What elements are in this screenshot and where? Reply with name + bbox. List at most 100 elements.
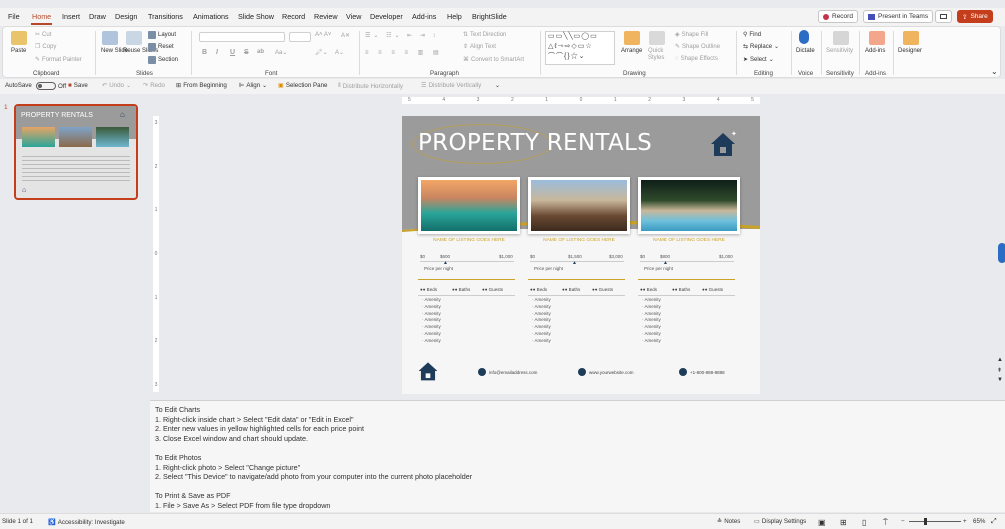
add-ins-button[interactable]: Add-ins	[865, 48, 885, 54]
replace-button[interactable]: ⇆ Replace ⌄	[743, 43, 779, 51]
customize-toolbar-icon[interactable]: ⌄	[495, 82, 500, 89]
tab-slide-show[interactable]: Slide Show	[238, 12, 274, 21]
zoom-slider[interactable]	[909, 521, 961, 522]
add-ins-icon[interactable]	[869, 31, 885, 45]
strikethrough-button[interactable]: S	[244, 49, 249, 56]
reading-view-icon[interactable]: ▯	[862, 518, 866, 527]
tab-help[interactable]: Help	[447, 12, 462, 21]
tab-record[interactable]: Record	[282, 12, 305, 21]
quick-styles-icon[interactable]	[649, 31, 665, 45]
slide[interactable]: PROPERTY RENTALS ✦ NAME OF LISTING GOES …	[402, 116, 760, 394]
sensitivity-icon[interactable]	[833, 31, 849, 45]
comments-button[interactable]	[935, 10, 952, 23]
listing-photo-1[interactable]	[418, 177, 520, 234]
text-direction-button[interactable]: ⇅ Text Direction	[463, 31, 506, 39]
slide-thumbnail[interactable]: PROPERTY RENTALS ⌂ ⌂	[14, 104, 138, 200]
paste-icon[interactable]	[11, 31, 27, 45]
cut-button[interactable]: ✂ Cut	[35, 31, 51, 39]
listing-name-1[interactable]: NAME OF LISTING GOES HERE	[419, 238, 519, 243]
zoom-out-button[interactable]: −	[901, 518, 905, 525]
selection-pane-button[interactable]: ▣ Selection Pane	[278, 82, 327, 89]
layout-button[interactable]: Layout	[148, 31, 176, 39]
tab-add-ins[interactable]: Add-ins	[412, 12, 436, 21]
tab-animations[interactable]: Animations	[193, 12, 229, 21]
copy-button[interactable]: ❐ Copy	[35, 43, 56, 51]
contact-phone[interactable]: +1-800-888-8888	[679, 368, 725, 376]
italic-button[interactable]: I	[216, 49, 218, 56]
microphone-icon[interactable]	[799, 30, 809, 44]
zoom-slider-thumb[interactable]	[924, 518, 927, 525]
font-size-grow-button[interactable]: A˄ A˅	[315, 32, 331, 38]
tab-developer[interactable]: Developer	[370, 12, 403, 21]
zoom-in-button[interactable]: +	[963, 518, 967, 525]
arrange-icon[interactable]	[624, 31, 640, 45]
accessibility-button[interactable]: ♿ Accessibility: Investigate	[48, 518, 125, 527]
listing-photo-2[interactable]	[528, 177, 630, 234]
autosave-toggle[interactable]: Off	[36, 82, 66, 90]
character-spacing-button[interactable]: ab	[257, 49, 264, 55]
arrange-button[interactable]: Arrange	[621, 48, 642, 54]
scroll-thumb[interactable]	[998, 243, 1005, 263]
select-button[interactable]: ➤ Select ⌄	[743, 56, 774, 64]
dictate-button[interactable]: Dictate	[796, 48, 815, 54]
share-button[interactable]: ⇪ Share	[957, 10, 993, 23]
tab-file[interactable]: File	[8, 12, 20, 21]
tab-draw[interactable]: Draw	[89, 12, 106, 21]
undo-button[interactable]: ↶ Undo ⌄	[102, 82, 131, 89]
bullets-button[interactable]: ☰⌄ ☷⌄ ⇤ ⇥ ↕	[365, 32, 439, 39]
designer-icon[interactable]	[903, 31, 919, 45]
shape-effects-button[interactable]: ◌ Shape Effects	[675, 56, 718, 62]
zoom-level[interactable]: 65%	[973, 518, 985, 525]
alignment-buttons[interactable]: ≡ ≡ ≡ ≡ ▥ ▤	[365, 49, 443, 56]
notes-button[interactable]: ≜ Notes	[717, 518, 740, 525]
paste-button[interactable]: Paste	[11, 48, 26, 54]
save-button[interactable]: ■ Save	[68, 82, 88, 89]
tab-transitions[interactable]: Transitions	[148, 12, 183, 21]
slide-title[interactable]: PROPERTY RENTALS	[418, 130, 652, 156]
align-button[interactable]: ⊫ Align ⌄	[239, 82, 267, 89]
display-settings-button[interactable]: ▭ Display Settings	[754, 518, 806, 525]
scroll-up-icon[interactable]: ▲	[997, 357, 1003, 363]
font-color-button[interactable]: A⌄	[335, 49, 344, 56]
shapes-gallery[interactable]: ▭▭╲╲▭◯▭ △ℓ⇾⇨◇▭☆ ⌒⌒{}☆⌄	[545, 31, 615, 65]
record-button[interactable]: Record	[818, 10, 858, 23]
distribute-vertically-button[interactable]: ☰ Distribute Vertically	[421, 82, 481, 89]
contact-email[interactable]: info@emailaddress.com	[478, 368, 537, 376]
reuse-slides-icon[interactable]	[126, 31, 142, 45]
highlight-button[interactable]: 🖍⌄	[315, 49, 328, 56]
font-size-dropdown[interactable]	[289, 32, 311, 42]
listing-name-3[interactable]: NAME OF LISTING GOES HERE	[639, 238, 739, 243]
contact-website[interactable]: www.yourwebsite.com	[578, 368, 634, 376]
bold-button[interactable]: B	[202, 49, 207, 56]
slideshow-view-icon[interactable]: ⍑	[883, 518, 888, 528]
convert-smartart-button[interactable]: ⌘ Convert to SmartArt	[463, 56, 524, 64]
format-painter-button[interactable]: ✎ Format Painter	[35, 56, 82, 64]
tab-brightslide[interactable]: BrightSlide	[472, 12, 507, 21]
section-button[interactable]: Section	[148, 56, 178, 64]
scroll-down-icon[interactable]: ▼	[997, 377, 1003, 383]
present-in-teams-button[interactable]: Present in Teams	[863, 10, 934, 23]
font-family-dropdown[interactable]	[199, 32, 285, 42]
fit-to-window-icon[interactable]: ⤢	[991, 518, 997, 526]
listing-name-2[interactable]: NAME OF LISTING GOES HERE	[529, 238, 629, 243]
listing-photo-3[interactable]	[638, 177, 740, 234]
distribute-horizontally-button[interactable]: ⦀ Distribute Horizontally	[338, 82, 403, 90]
sensitivity-button[interactable]: Sensitivity	[826, 48, 853, 54]
designer-button[interactable]: Designer	[898, 48, 922, 54]
speaker-notes[interactable]: To Edit Charts 1. Right-click inside cha…	[150, 400, 1005, 512]
slide-sorter-icon[interactable]: ⊞	[840, 518, 847, 527]
tab-design[interactable]: Design	[115, 12, 137, 21]
align-text-button[interactable]: ⇕ Align Text	[463, 43, 496, 51]
shape-fill-button[interactable]: ◈ Shape Fill	[675, 31, 708, 39]
vertical-scrollbar[interactable]: ▲ ⇞ ▼	[997, 95, 1005, 395]
normal-view-icon[interactable]: ▣	[818, 518, 826, 527]
find-button[interactable]: ⚲ Find	[743, 31, 761, 39]
reset-button[interactable]: Reset	[148, 43, 174, 51]
tab-view[interactable]: View	[346, 12, 361, 21]
collapse-ribbon-icon[interactable]: ⌄	[991, 67, 998, 76]
quick-styles-button[interactable]: Quick Styles	[648, 48, 670, 62]
clear-formatting-icon[interactable]: A✕	[341, 32, 350, 39]
tab-review[interactable]: Review	[314, 12, 338, 21]
shape-outline-button[interactable]: ✎ Shape Outline	[675, 43, 720, 51]
tab-insert[interactable]: Insert	[62, 12, 80, 21]
